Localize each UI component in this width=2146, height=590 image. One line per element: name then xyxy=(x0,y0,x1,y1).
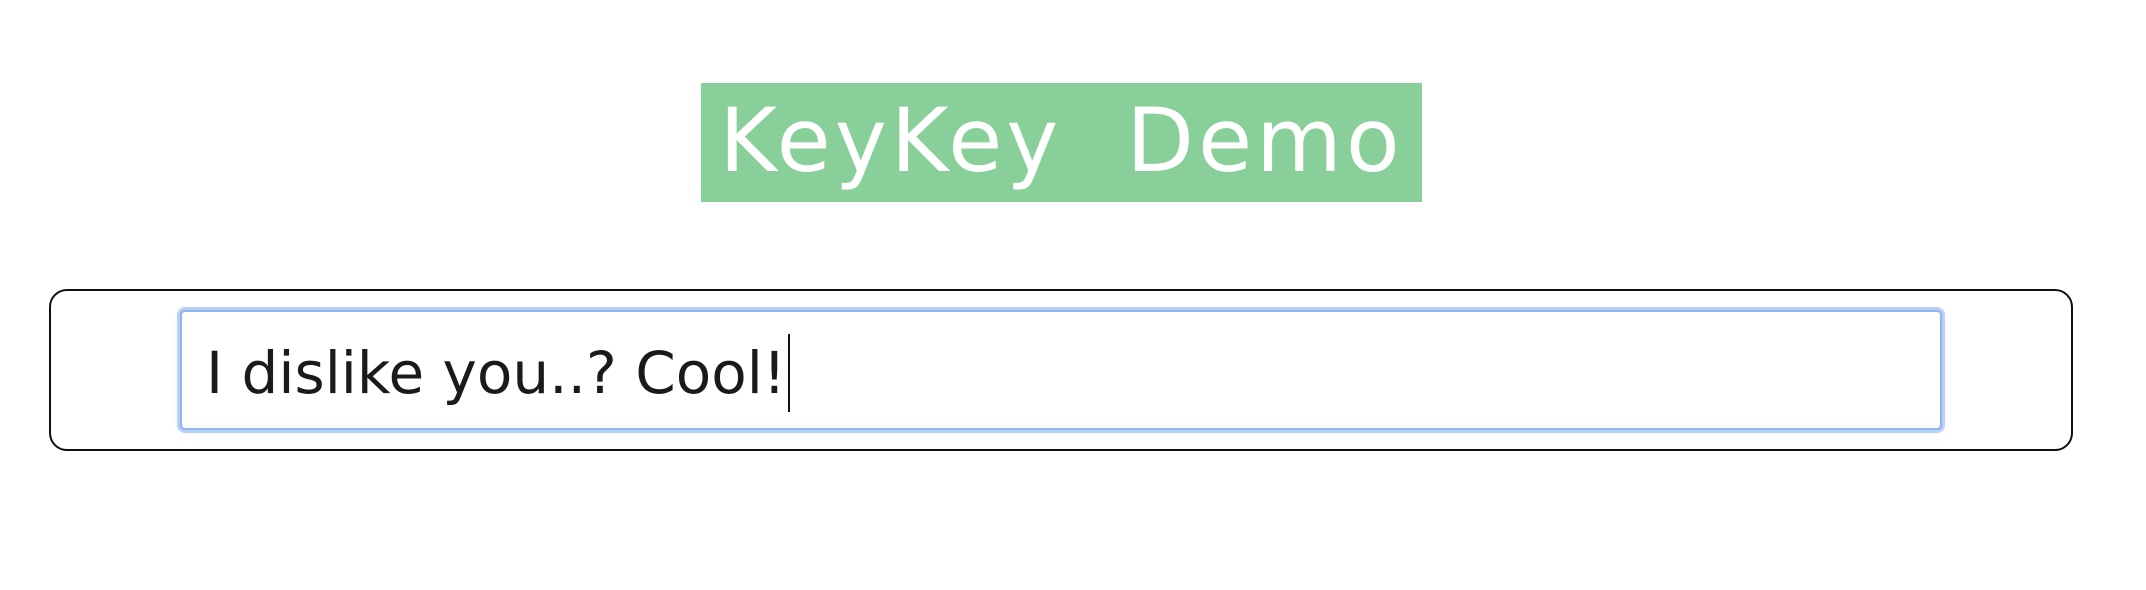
text-cursor xyxy=(788,334,791,412)
text-input[interactable]: I dislike you..? Cool! xyxy=(180,310,1942,430)
text-input-value: I dislike you..? Cool! xyxy=(206,339,787,407)
page-title: KeyKey Demo xyxy=(719,88,1404,192)
page: KeyKey Demo I dislike you..? Cool! xyxy=(0,0,2146,590)
title-banner: KeyKey Demo xyxy=(701,83,1422,202)
